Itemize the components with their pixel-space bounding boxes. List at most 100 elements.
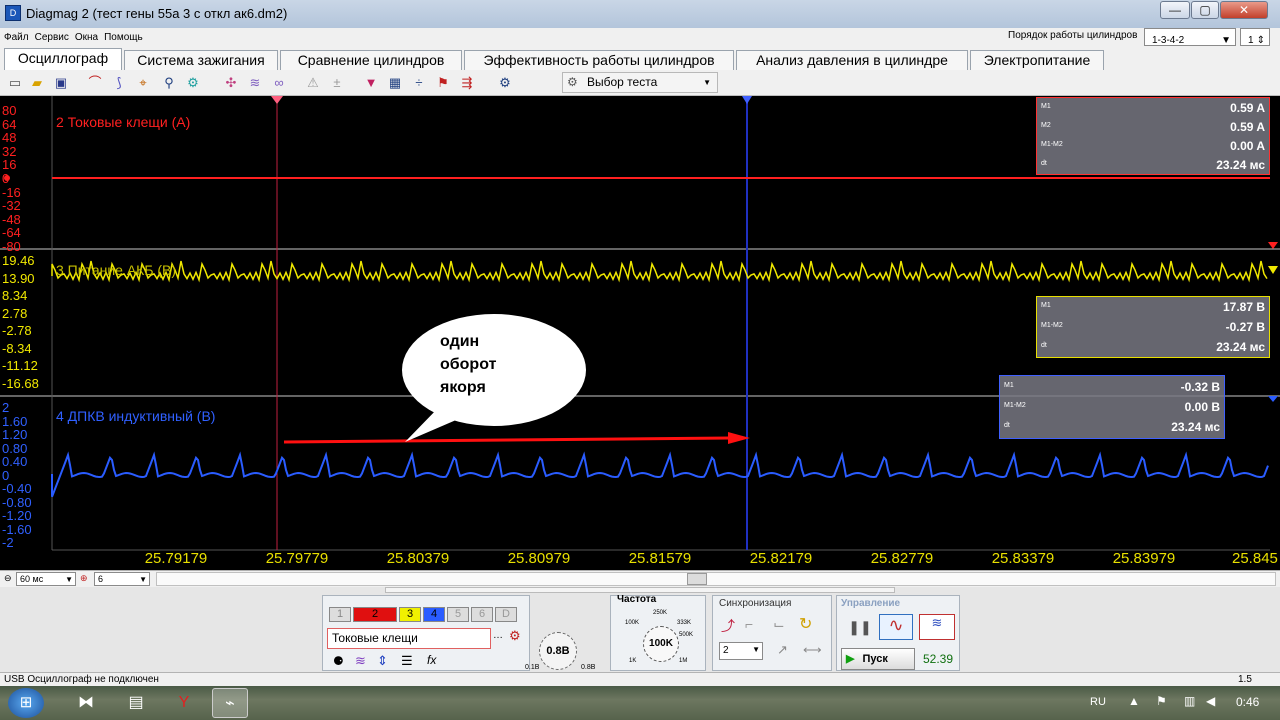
wave-overlay-icon[interactable]: ∞: [270, 74, 288, 92]
y-tick-label: 0: [2, 467, 10, 483]
range-knob[interactable]: 0.8В: [539, 632, 577, 670]
scroll-thumb[interactable]: [687, 573, 707, 585]
channel-d-button[interactable]: D: [495, 607, 517, 622]
zero-icon[interactable]: ±: [328, 74, 346, 92]
ch3-label: 3 Питание АКБ (В): [56, 262, 177, 278]
pause-button[interactable]: ❚❚: [845, 616, 875, 638]
tab-power-supply[interactable]: Электропитание: [970, 50, 1104, 70]
chevron-down-icon: ▼: [139, 575, 147, 584]
test-icon: ⚙: [567, 75, 578, 89]
grid-icon[interactable]: ▦: [386, 74, 404, 92]
channel-5-button[interactable]: 5: [447, 607, 469, 622]
volume-icon[interactable]: ◀: [1206, 694, 1215, 708]
chevron-down-icon: ▼: [752, 645, 760, 654]
sync-level-icon[interactable]: ↗: [777, 642, 788, 658]
step-up-icon[interactable]: ⌐: [745, 616, 753, 632]
y-tick-label: 2: [2, 400, 10, 415]
channel-2-button[interactable]: 2: [353, 607, 397, 622]
channel-6-button[interactable]: 6: [471, 607, 493, 622]
tab-cylinder-efficiency[interactable]: Эффективность работы цилиндров: [464, 50, 734, 70]
language-indicator[interactable]: RU: [1090, 696, 1106, 708]
wave-icon[interactable]: ≋: [246, 74, 264, 92]
menu-help[interactable]: Помощь: [100, 28, 145, 43]
timebase-select[interactable]: 60 мс ▼: [16, 572, 76, 586]
input-name-field[interactable]: Токовые клещи: [327, 628, 491, 649]
lines-icon[interactable]: ☰: [401, 653, 413, 669]
app-icon-taskbar[interactable]: ▤: [118, 688, 154, 718]
save-icon[interactable]: ▣: [52, 74, 70, 92]
maximize-button[interactable]: ▢: [1191, 1, 1219, 19]
control-value: 52.39: [923, 652, 954, 666]
media-player-icon[interactable]: ⧓: [68, 688, 104, 718]
tab-cylinder-compare[interactable]: Сравнение цилиндров: [280, 50, 462, 70]
more-icon[interactable]: …: [493, 630, 507, 646]
divide-icon[interactable]: ÷: [410, 74, 428, 92]
wave-icon[interactable]: ≋: [355, 653, 366, 669]
frequency-knob[interactable]: 100K: [643, 626, 679, 662]
count-select[interactable]: 6 ▼: [94, 572, 150, 586]
flag-icon[interactable]: ⚑: [434, 74, 452, 92]
cylinder-order-select[interactable]: 1-3-4-2 ▼: [1144, 28, 1236, 46]
yandex-browser-icon[interactable]: Y: [166, 688, 202, 718]
horizontal-scrollbar[interactable]: [156, 572, 1276, 586]
move-vertical-icon[interactable]: ⇕: [377, 653, 388, 669]
measure-icon[interactable]: ⌖: [134, 74, 152, 92]
clock[interactable]: 0:46: [1236, 695, 1259, 709]
probe-icon[interactable]: ⚈: [333, 654, 344, 668]
new-file-icon[interactable]: ▭: [6, 74, 24, 92]
export-icon[interactable]: ⇶: [458, 74, 476, 92]
step-down-icon[interactable]: ⌙: [773, 616, 785, 633]
test-select[interactable]: ⚙ Выбор теста ▼: [562, 72, 718, 93]
tab-oscilloscope[interactable]: Осциллограф: [4, 48, 122, 70]
time-scroll-bar[interactable]: ⊖ 60 мс ▼ ⊕ 6 ▼: [0, 570, 1280, 587]
y-tick-label: -11.12: [2, 358, 38, 374]
toolbar: ▭ ▰ ▣ ⌒ ⟆ ⌖ ⚲ ⚙ ✣ ≋ ∞ ⚠ ± ▼ ▦ ÷ ⚑ ⇶ ⚙ ⚙ В…: [0, 70, 1280, 96]
sync-group: Синхронизация ⤴ ⌐ ⌙ ↻ 2 ▼ ↗ ⟷: [712, 595, 832, 671]
tab-ignition[interactable]: Система зажигания: [124, 50, 278, 70]
start-orb-icon[interactable]: ⊞: [8, 688, 44, 718]
oscilloscope-display[interactable]: один оборот якоря 80 64 48 32 16 0 -16 -32 -48 -6…: [0, 96, 1280, 570]
zoom-out-icon[interactable]: ⊖: [4, 573, 12, 584]
cursor-icon[interactable]: ⌒: [86, 74, 104, 92]
menu-file[interactable]: Файл: [0, 28, 31, 43]
open-folder-icon[interactable]: ▰: [28, 74, 46, 92]
panel-splitter[interactable]: [385, 587, 895, 593]
sync-delay-icon[interactable]: ⟷: [803, 642, 822, 658]
y-tick-label: -2: [2, 535, 14, 550]
spread-icon[interactable]: ✣: [222, 74, 240, 92]
y-tick-label: -80: [2, 239, 21, 254]
warning-icon[interactable]: ⚠: [304, 74, 322, 92]
flag-tray-icon[interactable]: ⚑: [1156, 694, 1167, 708]
tab-pressure-analysis[interactable]: Анализ давления в цилиндре: [736, 50, 968, 70]
channel-3-button[interactable]: 3: [399, 607, 421, 622]
channel-settings-icon[interactable]: ⚙: [509, 628, 525, 646]
marker-icon[interactable]: ⟆: [110, 74, 128, 92]
channel-4-button[interactable]: 4: [423, 607, 445, 622]
spin-icon: ⇕: [1256, 35, 1265, 46]
y-tick-label: -16.68: [2, 376, 39, 391]
sync-channel-select[interactable]: 2 ▼: [719, 642, 763, 660]
multi-wave-button[interactable]: ≋: [919, 614, 955, 640]
y-tick-label: -0.80: [2, 494, 32, 510]
ch4-measurements: M1 -0.32 В M1-M2 0.00 В dt 23.24 мс: [999, 375, 1225, 439]
minimize-button[interactable]: —: [1160, 1, 1190, 19]
freq-label: 500K: [679, 632, 694, 638]
cylinder-number-spin[interactable]: 1 ⇕: [1240, 28, 1270, 46]
zoom-icon[interactable]: ⚲: [160, 74, 178, 92]
function-icon[interactable]: fx: [427, 653, 436, 667]
settings-icon[interactable]: ⚙: [496, 74, 514, 92]
start-button[interactable]: ▶ Пуск: [841, 648, 915, 670]
close-button[interactable]: ✕: [1220, 1, 1268, 19]
auto-sync-icon[interactable]: ↻: [799, 614, 812, 634]
filter-icon[interactable]: ⚙: [184, 74, 202, 92]
diagmag-taskbar-icon[interactable]: ⌁: [212, 688, 248, 718]
menu-service[interactable]: Сервис: [31, 28, 71, 43]
network-icon[interactable]: ▥: [1184, 694, 1195, 708]
tray-arrow-icon[interactable]: ▲: [1128, 694, 1140, 708]
channel-1-button[interactable]: 1: [329, 607, 351, 622]
menu-windows[interactable]: Окна: [71, 28, 100, 43]
y-tick-label: -1.20: [2, 508, 32, 523]
rising-edge-icon[interactable]: ⤴: [721, 616, 735, 636]
channel-filter-icon[interactable]: ▼: [362, 74, 380, 92]
single-wave-button[interactable]: ∿: [879, 614, 913, 640]
